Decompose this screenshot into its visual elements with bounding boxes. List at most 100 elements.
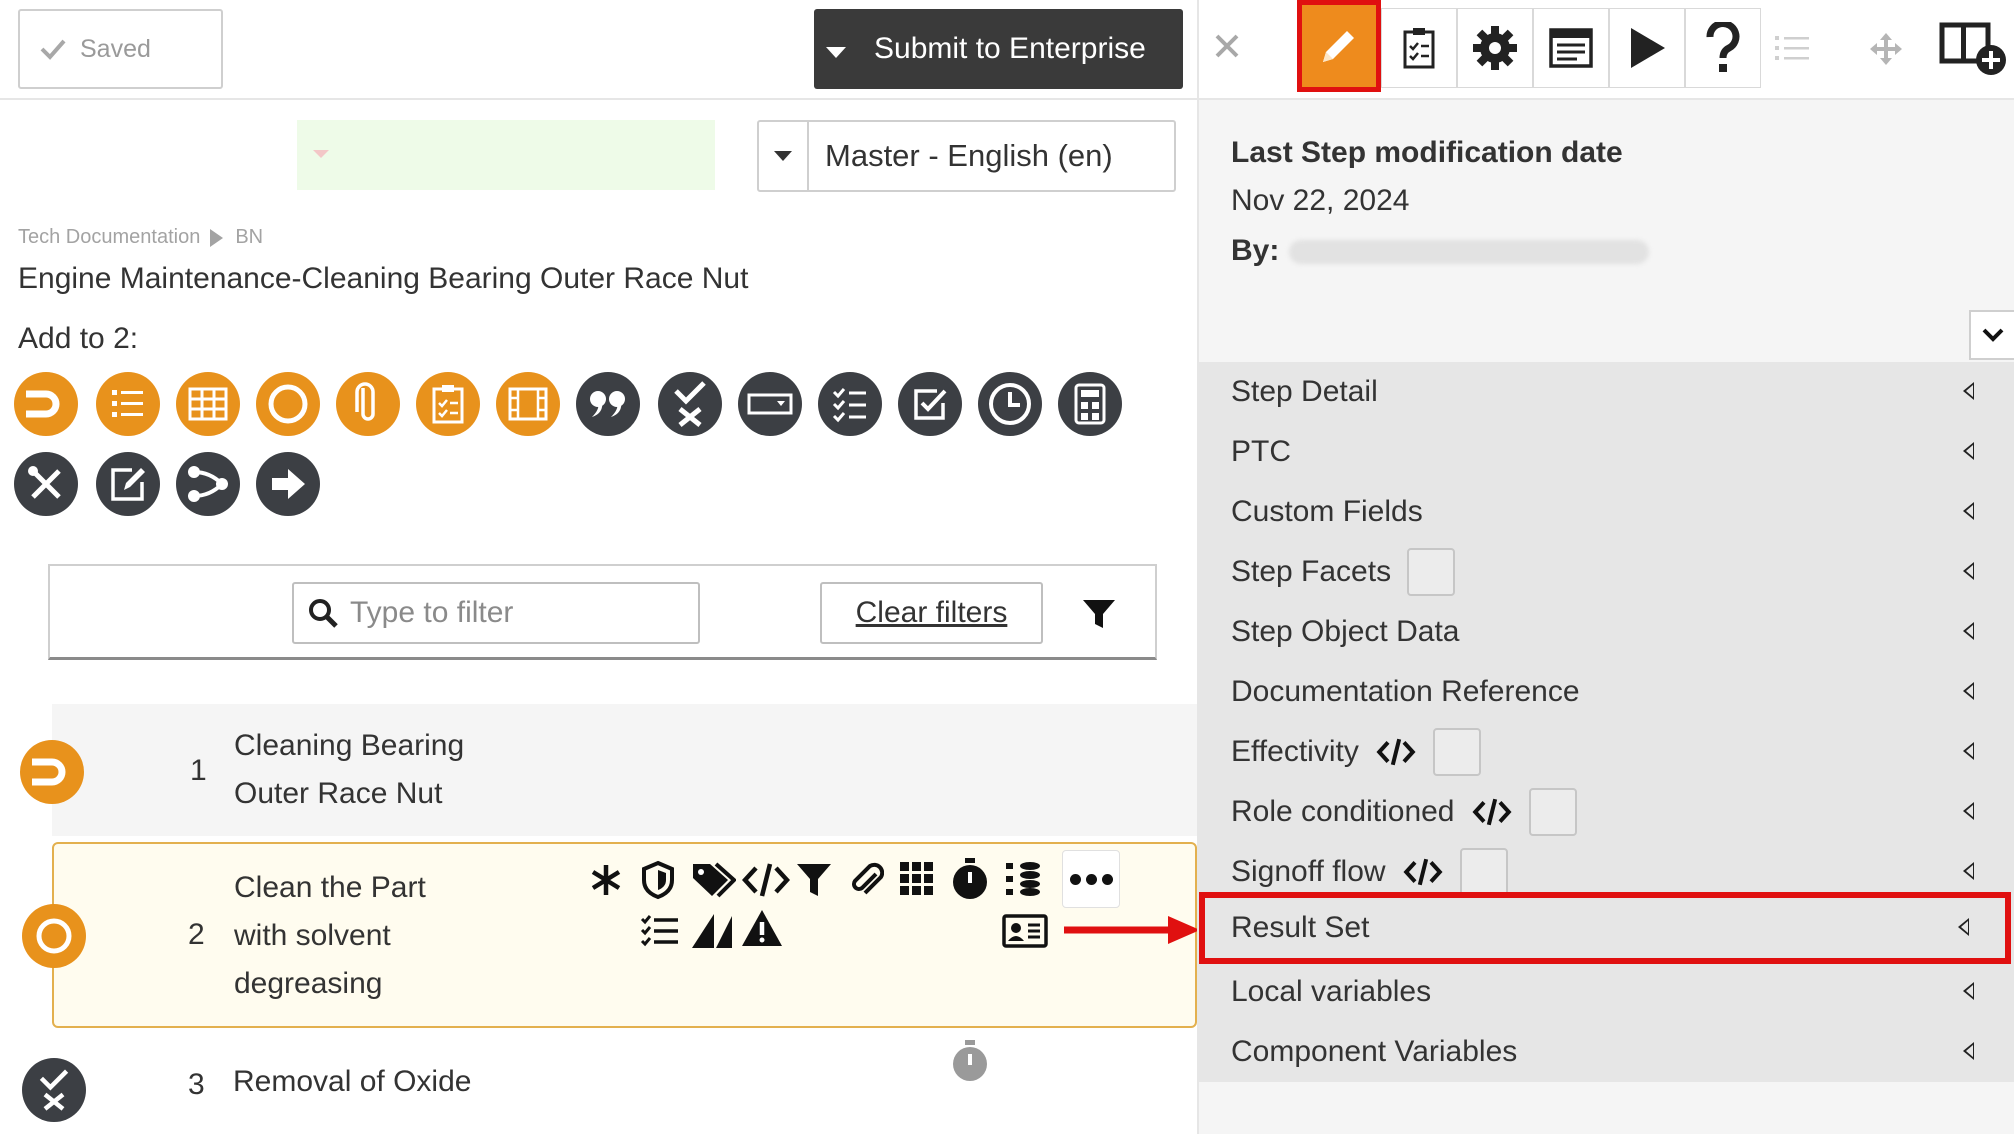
- settings-button[interactable]: [1457, 8, 1533, 88]
- section-custom-fields[interactable]: Custom Fields: [1199, 482, 2014, 542]
- ring-icon: [268, 384, 308, 424]
- stopwatch-icon[interactable]: [950, 856, 990, 902]
- add-checklist-tool[interactable]: [416, 372, 480, 436]
- tags-icon[interactable]: [690, 860, 736, 900]
- warning-icon[interactable]: [740, 908, 784, 948]
- checklist-view-button[interactable]: [1381, 8, 1457, 88]
- language-select-toggle[interactable]: [759, 122, 809, 190]
- breadcrumb-child[interactable]: BN: [235, 226, 263, 249]
- filter-input[interactable]: Type to filter: [292, 582, 700, 644]
- question-mark-icon: [1706, 22, 1740, 72]
- breadcrumb: Tech Documentation BN: [18, 226, 263, 249]
- step-title-line: Cleaning Bearing: [234, 729, 465, 762]
- add-input-field-tool[interactable]: [738, 372, 802, 436]
- add-goto-tool[interactable]: [256, 452, 320, 516]
- step-title-line: with solvent: [234, 919, 391, 952]
- section-role-conditioned[interactable]: Role conditioned: [1199, 782, 2014, 842]
- add-quote-tool[interactable]: [576, 372, 640, 436]
- language-select[interactable]: Master - English (en): [757, 120, 1176, 192]
- section-component-variables[interactable]: Component Variables: [1199, 1022, 2014, 1082]
- add-timer-tool[interactable]: [978, 372, 1042, 436]
- paperclip-icon[interactable]: [848, 860, 884, 900]
- step-title-line: Removal of Oxide: [233, 1065, 472, 1098]
- move-icon[interactable]: [1869, 32, 1903, 66]
- step-row-3[interactable]: 3 Removal of Oxide: [52, 1032, 1197, 1134]
- step-type-icon[interactable]: [20, 740, 84, 804]
- breadcrumb-root[interactable]: Tech Documentation: [18, 226, 200, 249]
- section-checkbox[interactable]: [1459, 848, 1508, 896]
- section-result-set[interactable]: Result Set: [1199, 892, 2011, 964]
- section-label: Documentation Reference: [1231, 675, 1580, 708]
- list-icon[interactable]: [1775, 34, 1809, 62]
- close-icon[interactable]: [1213, 32, 1241, 60]
- code-icon: [1471, 798, 1512, 826]
- section-ptc[interactable]: PTC: [1199, 422, 2014, 482]
- add-table-tool[interactable]: [176, 372, 240, 436]
- chevron-left-icon: [1963, 382, 1974, 400]
- add-media-tool[interactable]: [496, 372, 560, 436]
- more-actions-button[interactable]: [1062, 850, 1120, 908]
- section-effectivity[interactable]: Effectivity: [1199, 722, 2014, 782]
- database-list-icon[interactable]: [1004, 860, 1042, 898]
- last-modification-label: Last Step modification date: [1231, 136, 1623, 169]
- step-title: Clean the Part with solvent degreasing: [234, 864, 426, 1008]
- step-type-icon[interactable]: [22, 1058, 86, 1122]
- add-signoff-tool[interactable]: [898, 372, 962, 436]
- chevron-down-icon: [1982, 328, 2003, 342]
- section-documentation-reference[interactable]: Documentation Reference: [1199, 662, 2014, 722]
- shield-icon[interactable]: [640, 860, 676, 900]
- clear-filters-button[interactable]: Clear filters: [820, 582, 1043, 644]
- run-button[interactable]: [1609, 8, 1685, 88]
- saved-button[interactable]: Saved: [18, 9, 223, 89]
- section-checkbox[interactable]: [1432, 728, 1481, 776]
- tools-icon: [28, 466, 61, 499]
- add-tools-tool[interactable]: [14, 452, 78, 516]
- submit-label: Submit to Enterprise: [874, 32, 1146, 65]
- submit-to-enterprise-button[interactable]: Submit to Enterprise: [814, 9, 1183, 89]
- stopwatch-icon[interactable]: [950, 1038, 990, 1084]
- add-panel-icon[interactable]: [1939, 20, 2011, 78]
- clipboard-icon: [1403, 28, 1435, 69]
- help-button[interactable]: [1685, 8, 1761, 88]
- step-row-1[interactable]: 1 Cleaning Bearing Outer Race Nut: [52, 704, 1197, 836]
- section-checkbox[interactable]: [1407, 548, 1456, 596]
- asterisk-icon[interactable]: [588, 862, 624, 898]
- step-number: 1: [190, 754, 207, 787]
- chevron-left-icon: [1963, 862, 1974, 880]
- properties-toolbar: [1199, 0, 2014, 100]
- add-branch-tool[interactable]: [176, 452, 240, 516]
- slope-icon[interactable]: [690, 910, 734, 950]
- add-numbered-list-tool[interactable]: [96, 372, 160, 436]
- collapse-all-button[interactable]: [1969, 310, 2014, 360]
- grid-icon[interactable]: [898, 860, 936, 898]
- add-attachment-tool[interactable]: [336, 372, 400, 436]
- id-card-icon[interactable]: [1002, 914, 1048, 948]
- edit-note-icon: [111, 468, 145, 501]
- code-icon[interactable]: [742, 860, 790, 900]
- filter-icon[interactable]: [796, 862, 832, 898]
- section-step-detail[interactable]: Step Detail: [1199, 362, 2014, 422]
- section-label: Step Detail: [1231, 375, 1378, 408]
- add-sub-step-tool[interactable]: [256, 372, 320, 436]
- add-calculation-tool[interactable]: [1058, 372, 1122, 436]
- section-step-object-data[interactable]: Step Object Data: [1199, 602, 2014, 662]
- check-cross-icon: [39, 1069, 69, 1111]
- section-step-facets[interactable]: Step Facets: [1199, 542, 2014, 602]
- edit-button[interactable]: [1297, 0, 1381, 92]
- paperclip-icon: [355, 382, 375, 421]
- add-note-tool[interactable]: [96, 452, 160, 516]
- step-title-line: Outer Race Nut: [234, 777, 443, 810]
- add-step-tool[interactable]: [14, 372, 78, 436]
- modified-by-label: By:: [1231, 234, 1280, 267]
- form-view-button[interactable]: [1533, 8, 1609, 88]
- checklist-icon[interactable]: [640, 914, 680, 948]
- filter-funnel-icon[interactable]: [1082, 598, 1116, 630]
- section-local-variables[interactable]: Local variables: [1199, 962, 2014, 1022]
- add-checklist-items-tool[interactable]: [818, 372, 882, 436]
- step-type-icon[interactable]: [22, 904, 86, 968]
- section-checkbox[interactable]: [1528, 788, 1577, 836]
- code-icon: [1403, 858, 1443, 886]
- checkmark-icon: [40, 39, 66, 60]
- add-pass-fail-tool[interactable]: [658, 372, 722, 436]
- status-dropdown[interactable]: [297, 120, 715, 190]
